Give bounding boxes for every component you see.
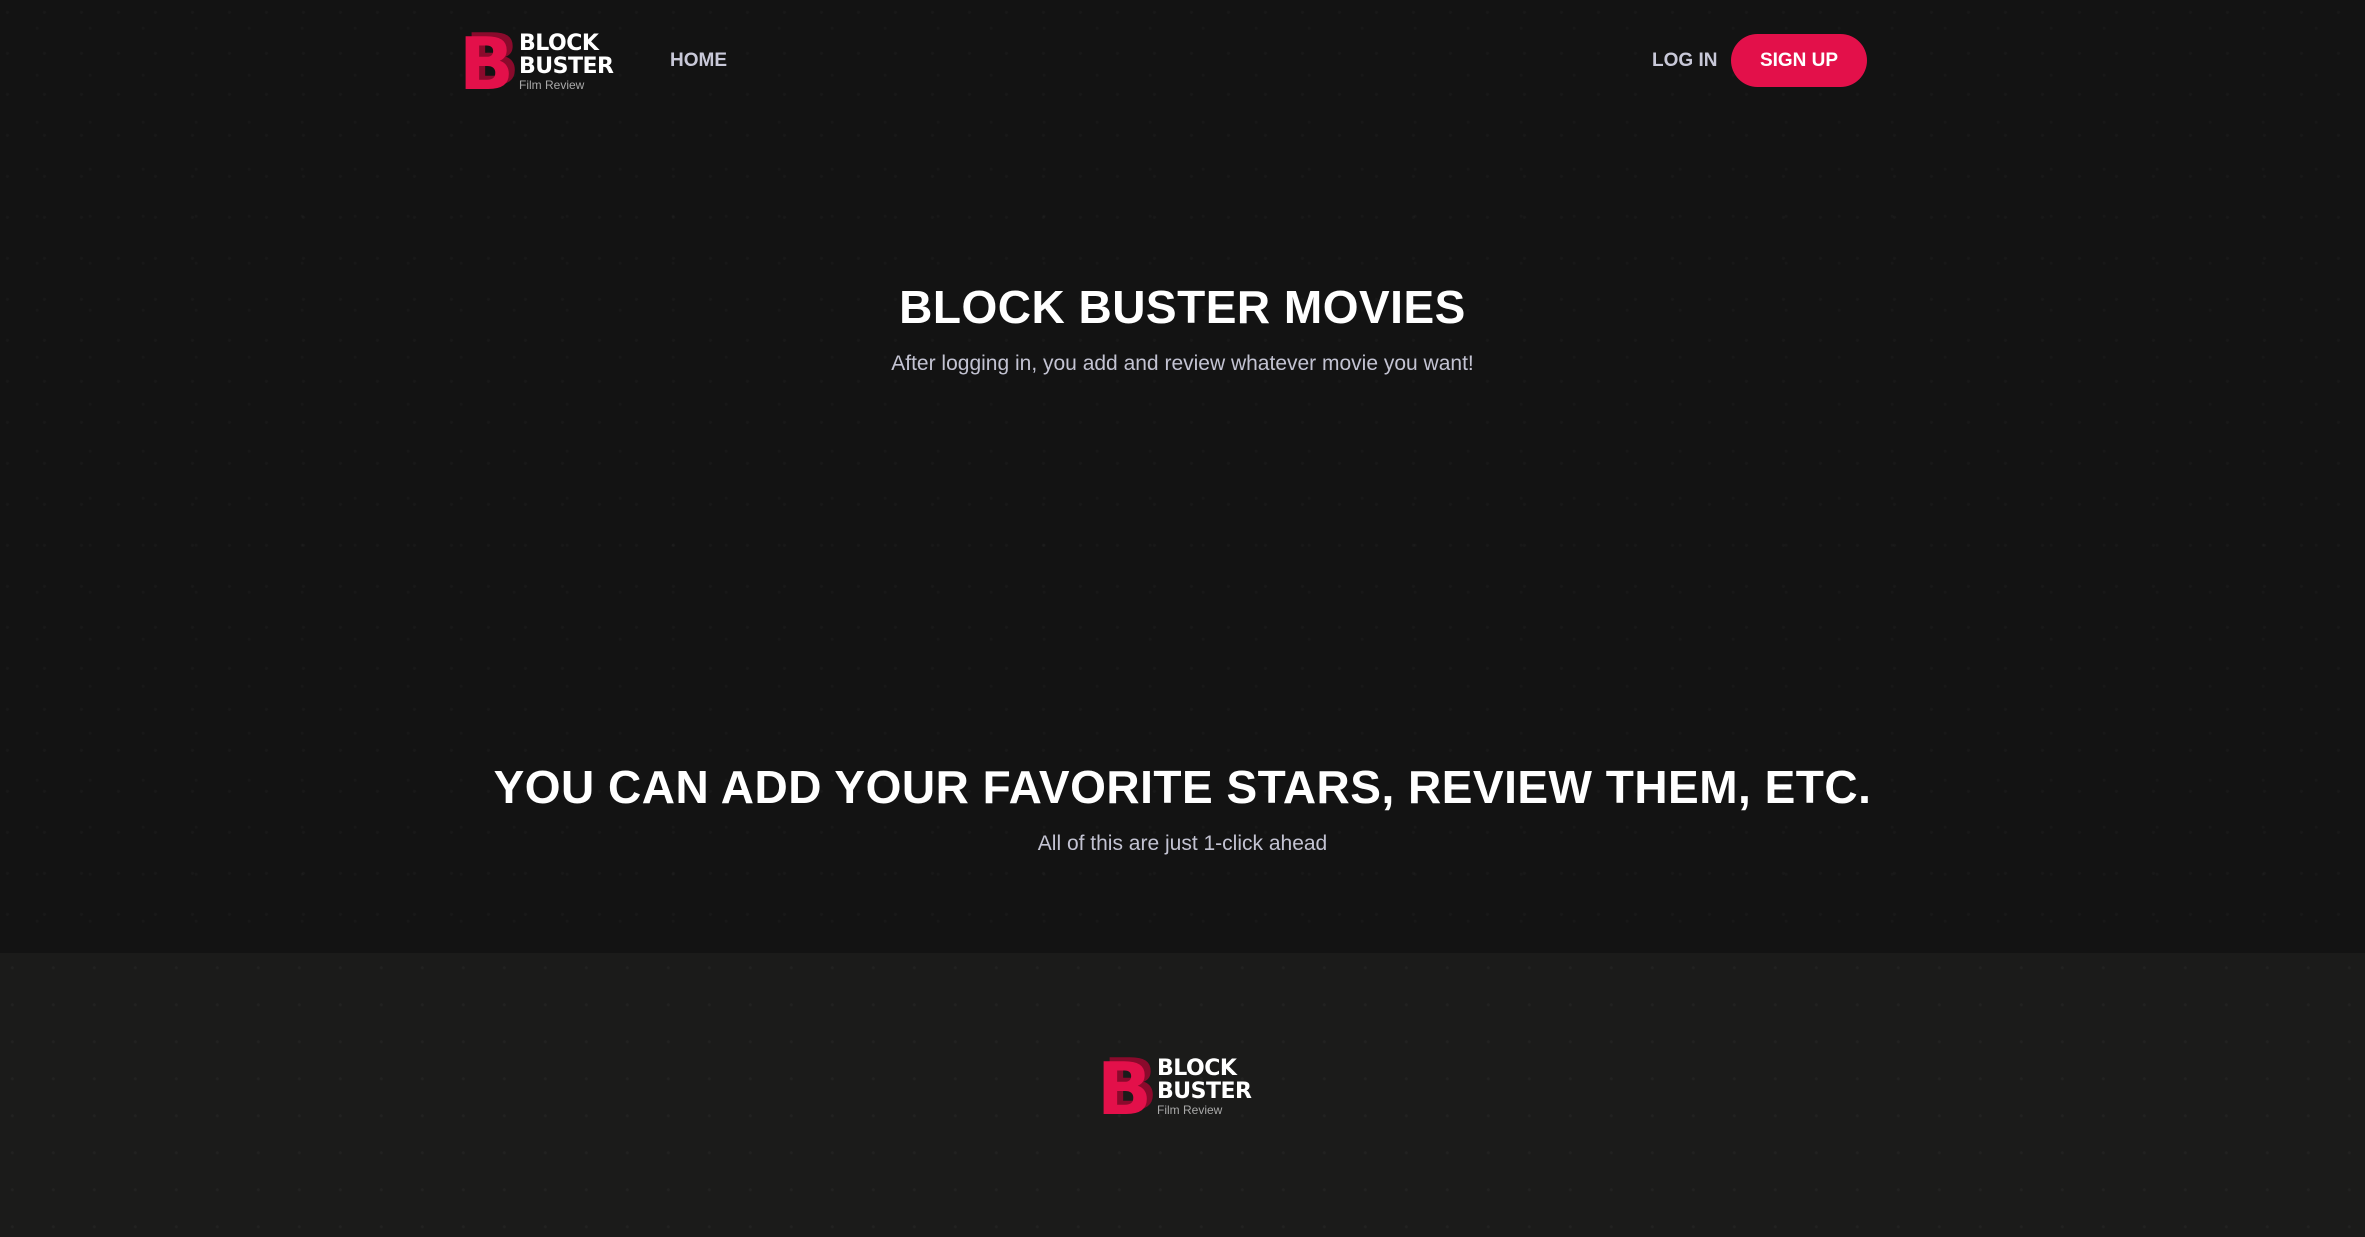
logo-word-buster: BUSTER bbox=[519, 54, 614, 79]
footer-logo-tagline: Film Review bbox=[1157, 1103, 1223, 1117]
logo-wordmark: BLOCK BUSTER Film Review bbox=[519, 31, 614, 92]
footer-logo-word-block: BLOCK bbox=[1157, 1056, 1237, 1081]
features-subtitle: All of this are just 1-click ahead bbox=[1037, 832, 1328, 855]
page: B B BLOCK BUSTER Film Review HOME LOG IN… bbox=[0, 0, 2365, 1237]
site-header: B B BLOCK BUSTER Film Review HOME LOG IN… bbox=[0, 0, 2365, 121]
nav-home-link[interactable]: HOME bbox=[670, 50, 727, 72]
hero-title: BLOCK BUSTER MOVIES bbox=[899, 281, 1466, 333]
header-logo-link[interactable]: B B BLOCK BUSTER Film Review bbox=[459, 18, 614, 106]
hero-section: BLOCK BUSTER MOVIES After logging in, yo… bbox=[0, 280, 2365, 376]
footer-logo-b-icon: B B bbox=[1097, 1043, 1158, 1131]
footer-logo-word-buster: BUSTER bbox=[1157, 1079, 1252, 1104]
logo-word-block: BLOCK bbox=[519, 31, 599, 56]
features-section: YOU CAN ADD YOUR FAVORITE STARS, REVIEW … bbox=[0, 760, 2365, 856]
logo-b-icon: B B bbox=[459, 18, 520, 106]
signup-button[interactable]: SIGN UP bbox=[1731, 34, 1867, 87]
logo-tagline: Film Review bbox=[519, 78, 585, 92]
hero-subtitle: After logging in, you add and review wha… bbox=[891, 352, 1474, 375]
login-link[interactable]: LOG IN bbox=[1652, 50, 1717, 72]
footer-logo-link[interactable]: B B BLOCK BUSTER Film Review bbox=[1097, 1043, 1252, 1131]
footer-logo-wordmark: BLOCK BUSTER Film Review bbox=[1157, 1056, 1252, 1117]
features-title: YOU CAN ADD YOUR FAVORITE STARS, REVIEW … bbox=[493, 761, 1872, 813]
